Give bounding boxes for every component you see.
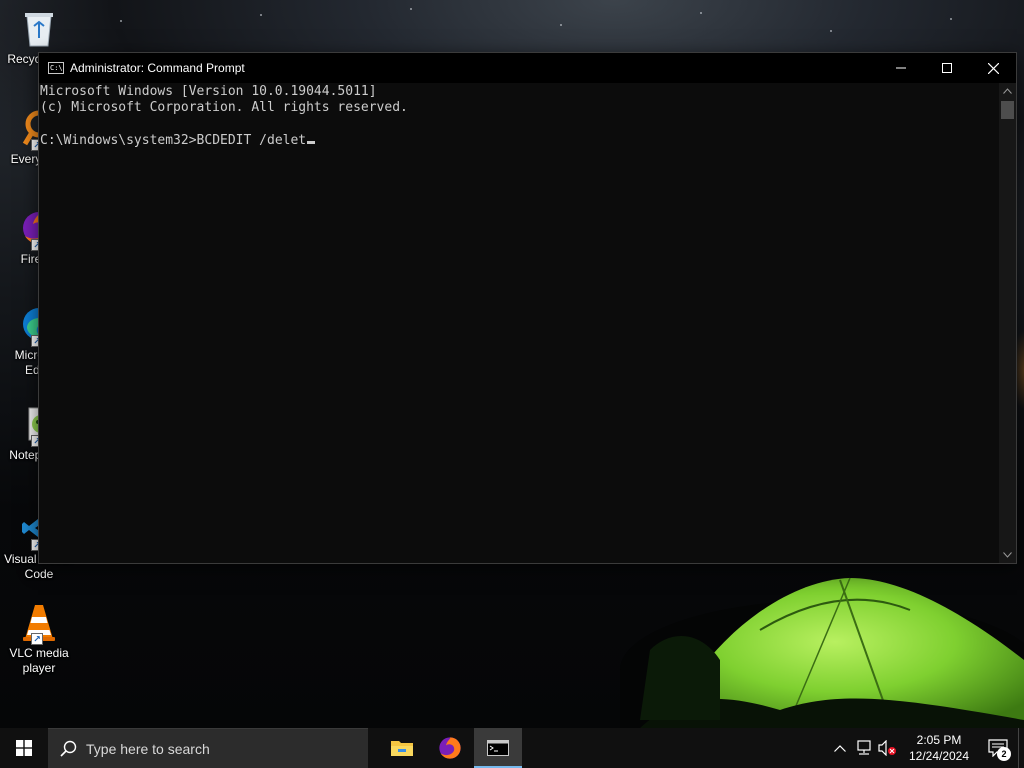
command-prompt-window[interactable]: C:\ Administrator: Command Prompt Micros… bbox=[38, 52, 1017, 564]
close-icon bbox=[987, 62, 999, 74]
taskbar-app-firefox[interactable] bbox=[426, 728, 474, 768]
folder-icon bbox=[391, 741, 413, 756]
window-controls bbox=[878, 53, 1016, 83]
volume-muted-icon bbox=[878, 740, 896, 756]
desktop-icon-vlc[interactable]: ↗ VLC media player bbox=[2, 602, 76, 676]
terminal-icon bbox=[487, 740, 509, 756]
window-title: Administrator: Command Prompt bbox=[70, 61, 245, 75]
console-line: (c) Microsoft Corporation. All rights re… bbox=[40, 100, 408, 116]
scroll-down-button[interactable] bbox=[999, 547, 1016, 563]
console-line: Microsoft Windows [Version 10.0.19044.50… bbox=[40, 84, 377, 99]
taskbar-app-file-explorer[interactable] bbox=[378, 728, 426, 768]
console-output[interactable]: Microsoft Windows [Version 10.0.19044.50… bbox=[39, 83, 999, 563]
start-button[interactable] bbox=[0, 728, 48, 768]
desktop-icon-label: VLC media player bbox=[9, 646, 69, 675]
window-titlebar[interactable]: C:\ Administrator: Command Prompt bbox=[39, 53, 1016, 83]
vertical-scrollbar[interactable] bbox=[999, 83, 1016, 563]
console-input-line[interactable]: C:\Windows\system32>BCDEDIT /delet bbox=[40, 133, 999, 149]
maximize-button[interactable] bbox=[924, 53, 970, 83]
tray-network-button[interactable] bbox=[852, 728, 876, 768]
chevron-down-icon bbox=[1003, 552, 1012, 558]
taskbar-clock[interactable]: 2:05 PM 12/24/2024 bbox=[900, 732, 978, 764]
taskbar-search-box[interactable]: Type here to search bbox=[48, 728, 368, 768]
scroll-up-button[interactable] bbox=[999, 83, 1016, 99]
search-placeholder: Type here to search bbox=[86, 740, 210, 757]
tray-volume-button[interactable] bbox=[876, 728, 900, 768]
action-center-button[interactable]: 2 bbox=[978, 728, 1018, 768]
minimize-button[interactable] bbox=[878, 53, 924, 83]
text-cursor bbox=[307, 140, 316, 144]
tent-image bbox=[640, 577, 1024, 728]
notification-count-badge: 2 bbox=[997, 747, 1011, 761]
clock-date: 12/24/2024 bbox=[908, 749, 970, 763]
shortcut-arrow-icon: ↗ bbox=[31, 633, 43, 645]
close-button[interactable] bbox=[970, 53, 1016, 83]
show-desktop-button[interactable] bbox=[1018, 728, 1024, 768]
vlc-icon: ↗ bbox=[19, 602, 59, 645]
firefox-icon bbox=[439, 737, 461, 759]
cmd-icon: C:\ bbox=[48, 62, 64, 74]
console-prompt: C:\Windows\system32> bbox=[40, 132, 197, 148]
taskbar-app-command-prompt[interactable] bbox=[474, 728, 522, 768]
chevron-up-icon bbox=[834, 744, 846, 752]
scroll-thumb[interactable] bbox=[1001, 101, 1014, 119]
recycle-bin-icon bbox=[19, 8, 59, 48]
system-tray: 2:05 PM 12/24/2024 2 bbox=[828, 728, 1024, 768]
windows-logo-icon bbox=[16, 740, 32, 756]
clock-time: 2:05 PM bbox=[916, 733, 962, 747]
taskbar: Type here to search 2:05 PM 12/24/2024 2 bbox=[0, 728, 1024, 768]
console-command: BCDEDIT /delet bbox=[196, 132, 307, 148]
tray-overflow-button[interactable] bbox=[828, 728, 852, 768]
network-icon bbox=[857, 740, 871, 755]
chevron-up-icon bbox=[1003, 88, 1012, 94]
minimize-icon bbox=[896, 67, 906, 69]
search-icon bbox=[60, 740, 77, 757]
maximize-icon bbox=[942, 63, 952, 73]
